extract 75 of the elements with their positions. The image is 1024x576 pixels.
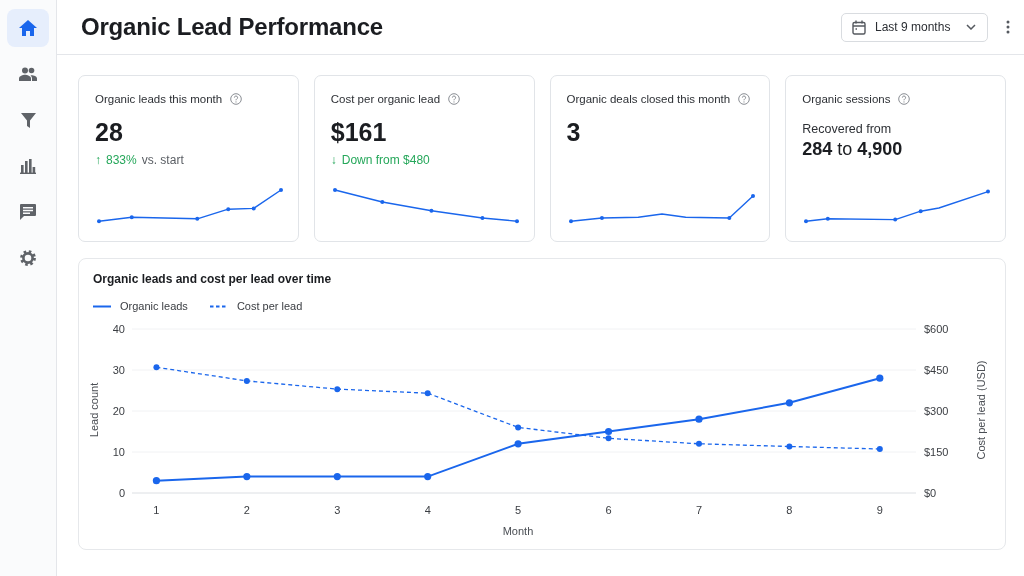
- x-axis-tick: 5: [515, 504, 522, 516]
- legend-line-icon: [93, 304, 111, 308]
- card-title: Organic sessions: [802, 93, 891, 105]
- metric-caption: Recovered from: [802, 122, 893, 136]
- point: [243, 473, 251, 481]
- chevron-down-icon: [966, 24, 976, 30]
- card-title: Organic leads this month: [95, 93, 223, 105]
- card-title: Organic deals closed this month: [566, 93, 731, 105]
- point: [695, 415, 703, 423]
- point: [333, 473, 341, 481]
- x-axis-tick: 9: [876, 504, 883, 516]
- help-icon: [898, 93, 911, 105]
- legend-label: Cost per lead: [236, 300, 303, 312]
- bar-chart-icon: [20, 158, 36, 174]
- card-title: Cost per organic lead: [330, 93, 441, 105]
- message-icon: [20, 204, 36, 220]
- x-axis-tick: 7: [695, 504, 703, 516]
- settings-icon: [20, 250, 36, 266]
- home-icon: [19, 20, 37, 36]
- y-axis-label: Lead count: [88, 382, 100, 438]
- y-axis-tick: 10: [112, 446, 125, 458]
- x-axis-label: Month: [502, 525, 534, 537]
- point: [876, 445, 883, 452]
- point: [785, 399, 793, 407]
- y-axis-tick: $600: [924, 323, 949, 335]
- point: [153, 364, 160, 371]
- point: [876, 374, 884, 382]
- metric-value: 28: [95, 118, 124, 147]
- point: [514, 440, 522, 448]
- y-axis-label: Cost per lead (USD): [975, 360, 987, 460]
- trend-text: Down from $480: [341, 153, 430, 167]
- help-icon: [738, 93, 751, 105]
- point: [695, 440, 702, 447]
- help-icon: [448, 93, 461, 105]
- point: [604, 427, 613, 436]
- trend-arrow: ↓: [330, 153, 337, 167]
- x-axis-tick: 2: [243, 504, 250, 516]
- legend-label: Organic leads: [120, 300, 188, 312]
- x-axis-tick: 8: [786, 504, 793, 516]
- y-axis-tick: $300: [924, 405, 949, 417]
- metric-range: 284 to 4,900: [802, 139, 904, 160]
- point: [605, 435, 612, 442]
- y-axis-tick: 20: [112, 405, 125, 417]
- home-nav-item[interactable]: [7, 9, 49, 47]
- trend-arrow: ↑: [95, 153, 101, 167]
- point: [334, 386, 341, 393]
- date-range-dropdown[interactable]: Last 9 months: [841, 12, 988, 42]
- more-icon: [1006, 20, 1010, 34]
- legend-line-icon: [209, 304, 228, 308]
- point: [424, 473, 432, 481]
- point: [515, 424, 522, 431]
- x-axis-tick: 6: [605, 504, 612, 516]
- x-axis-tick: 3: [334, 504, 341, 516]
- trend-note: vs. start: [141, 153, 184, 167]
- y-axis-tick: 0: [118, 487, 125, 499]
- chart-title: Organic leads and cost per lead over time: [93, 272, 333, 286]
- y-axis-tick: $450: [924, 364, 949, 376]
- metric-value: $161: [330, 118, 388, 147]
- x-axis-tick: 1: [153, 504, 160, 516]
- y-axis-tick: $150: [924, 446, 949, 458]
- y-axis-tick: $0: [924, 487, 937, 499]
- point: [424, 390, 431, 397]
- y-axis-tick: 30: [112, 364, 125, 376]
- page-title: Organic Lead Performance: [81, 13, 384, 41]
- point: [243, 377, 250, 384]
- trend-text: 833%: [106, 153, 137, 167]
- point: [786, 443, 793, 450]
- point: [152, 477, 161, 485]
- people-icon: [19, 67, 37, 81]
- metric-value: 3: [566, 118, 582, 147]
- help-icon: [230, 93, 243, 105]
- calendar-icon: [852, 19, 866, 35]
- filter-icon: [20, 112, 36, 128]
- y-axis-tick: 40: [112, 323, 125, 335]
- x-axis-tick: 4: [424, 504, 431, 516]
